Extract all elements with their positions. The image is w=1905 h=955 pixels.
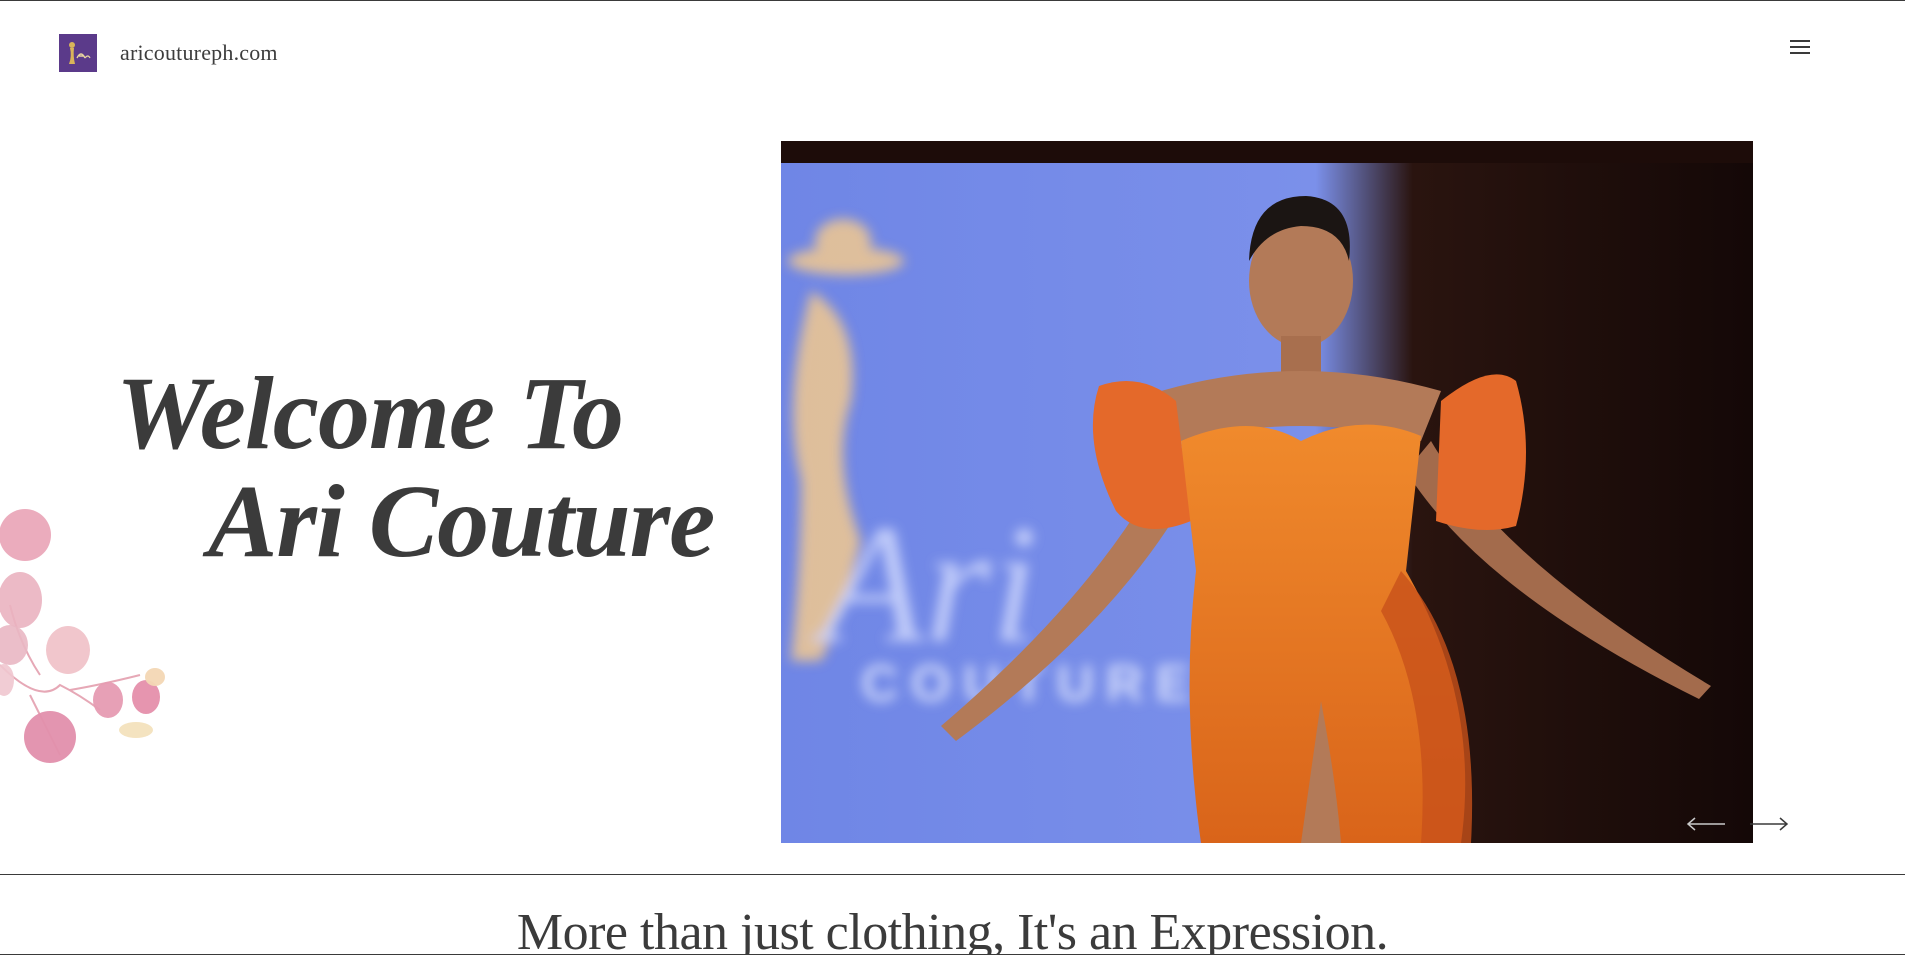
slider-prev-button[interactable] bbox=[1685, 814, 1727, 834]
hero-title: Welcome To Ari Couture bbox=[0, 360, 730, 576]
hero-title-line1: Welcome To bbox=[116, 356, 624, 471]
arrow-left-icon bbox=[1686, 817, 1725, 831]
svg-text:Ari: Ari bbox=[811, 490, 1038, 678]
menu-button[interactable] bbox=[1779, 29, 1821, 65]
site-name: aricoutureph.com bbox=[120, 40, 278, 65]
page: aricoutureph.com Welcome To Ari Couture bbox=[0, 0, 1905, 955]
ari-couture-logo-icon bbox=[59, 34, 97, 72]
hero-title-line2: Ari Couture bbox=[208, 464, 715, 579]
hamburger-menu-icon bbox=[1790, 40, 1810, 54]
site-header: aricoutureph.com bbox=[0, 1, 1905, 101]
section-tagline: More than just clothing, It's an Express… bbox=[516, 904, 1389, 955]
arrow-right-icon bbox=[1750, 817, 1789, 831]
section-divider bbox=[0, 874, 1905, 875]
home-link[interactable]: aricoutureph.com bbox=[59, 34, 278, 72]
slider-next-button[interactable] bbox=[1748, 814, 1790, 834]
hero-image: Ari COUTURE bbox=[781, 141, 1753, 843]
